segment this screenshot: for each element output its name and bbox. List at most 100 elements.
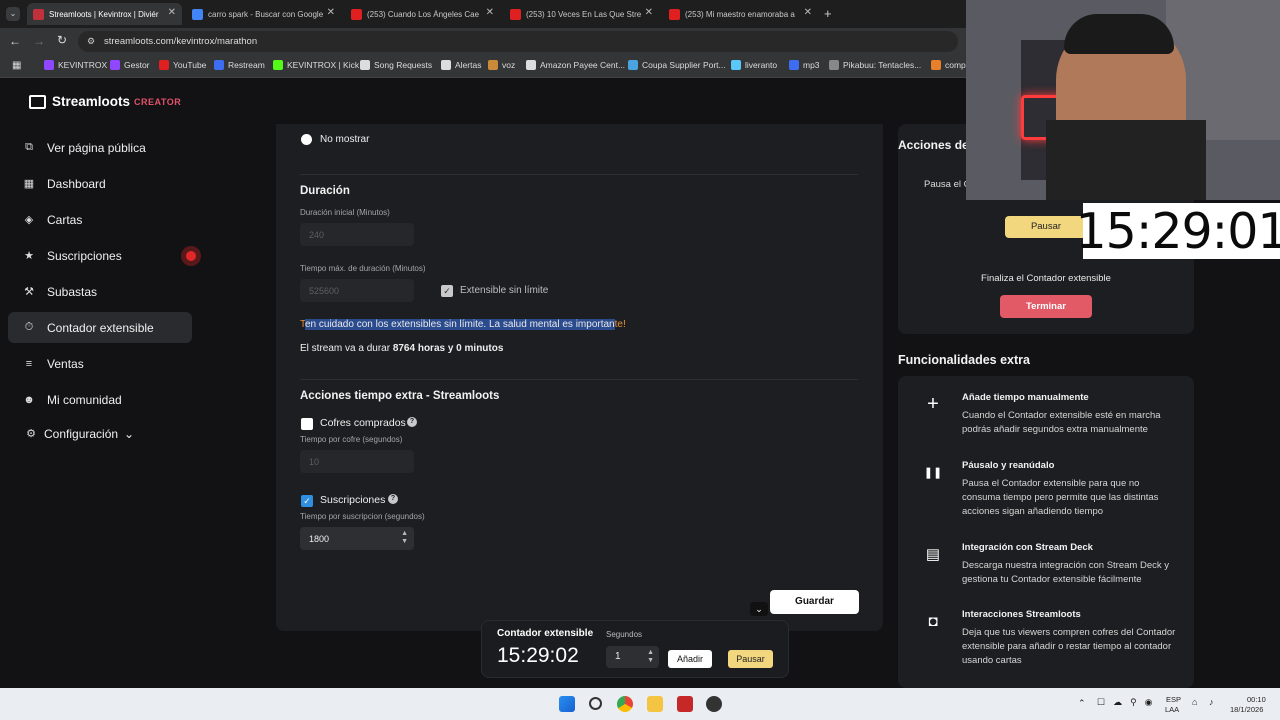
sidebar-item-label: Ver página pública [47,140,146,155]
sidebar-item-suscripciones[interactable]: ★ Suscripciones [8,240,192,271]
obs-icon[interactable] [706,696,722,712]
feature-description: Descarga nuestra integración con Stream … [962,560,1169,585]
bookmark-item[interactable]: Coupa Supplier Port... [628,60,726,70]
network-icon[interactable]: ⌂ [1192,697,1197,707]
bookmark-item[interactable]: Restream [214,60,265,70]
sidebar-item-configuraci-n[interactable]: ⚙ Configuración ⌄ [8,418,192,449]
tray-chevron-icon[interactable]: ⌃ [1078,698,1086,709]
timer-bar-time: 15:29:02 [497,644,579,667]
pause-icon: ❚❚ [923,466,943,479]
apps-icon[interactable]: ▦ [12,60,21,71]
sales-icon: ≡ [25,357,33,370]
volume-icon[interactable]: ♪ [1209,697,1214,707]
site-info-icon[interactable]: ⚙ [87,36,95,47]
chevron-down-icon[interactable]: ⌄ [750,602,768,616]
bookmark-item[interactable]: Pikabuu: Tentacles... [829,60,921,70]
suscripciones-checkbox[interactable]: ✓ [301,495,313,507]
file-explorer-icon[interactable] [647,696,663,712]
timer-control-bar: Contador extensible 15:29:02 Segundos 1 … [481,620,789,678]
forward-icon[interactable]: → [33,34,45,48]
sidebar-item-label: Suscripciones [47,248,122,263]
clock-date[interactable]: 18/1/2026 [1230,705,1263,714]
help-icon[interactable]: ? [407,417,417,427]
bookmark-item[interactable]: liveranto [731,60,777,70]
video-app-icon[interactable] [677,696,693,712]
bookmark-item[interactable]: Amazon Payee Cent... [526,60,625,70]
tab-label: (253) 10 Veces En Las Que Stre [526,9,642,19]
help-icon[interactable]: ? [388,494,398,504]
duracion-inicial-input[interactable]: 240 [300,223,414,246]
no-mostrar-radio[interactable] [301,134,312,145]
feature-description: Deja que tus viewers compren cofres del … [962,627,1176,666]
browser-tab[interactable]: (253) Mi maestro enamoraba a ✕ [663,3,818,25]
browser-tab[interactable]: Streamloots | Kevintrox | Diviér ✕ [27,3,182,25]
browser-tab[interactable]: (253) Cuando Los Ángeles Cae ✕ [345,3,500,25]
no-mostrar-label: No mostrar [320,134,370,145]
close-tab-icon[interactable]: ✕ [486,7,494,18]
brand-name: Streamloots [52,94,131,109]
search-icon[interactable] [589,697,602,710]
sidebar-item-cartas[interactable]: ◈ Cartas [8,204,192,235]
close-tab-icon[interactable]: ✕ [168,7,176,18]
bookmark-favicon-icon [526,60,536,70]
save-button[interactable]: Guardar [770,590,859,614]
sidebar-item-ver-p-gina-p-blica[interactable]: ⧉ Ver página pública [8,132,192,163]
bookmark-item[interactable]: voz [488,60,515,70]
sidebar-item-mi-comunidad[interactable]: ☻ Mi comunidad [8,384,192,415]
bookmark-item[interactable]: mp3 [789,60,820,70]
webcam-person-hair [1064,14,1174,54]
tiempo-max-input[interactable]: 525600 [300,279,414,302]
stream-timer-overlay: 15:29:01 [1075,202,1280,260]
suscripciones-input[interactable]: 1800 ▲ ▼ [300,527,414,550]
webcam-person-shirt [1046,120,1206,200]
browser-tab[interactable]: (253) 10 Veces En Las Que Stre ✕ [504,3,659,25]
url-field[interactable]: ⚙ streamloots.com/kevintrox/marathon [78,31,958,52]
bookmark-item[interactable]: Gestor [110,60,150,70]
seconds-input[interactable]: 1 ▲ ▼ [606,646,659,668]
cofres-input[interactable]: 10 [300,450,414,473]
tray-icons[interactable]: ☐☁⚲◉ [1097,697,1161,708]
bookmark-item[interactable]: KEVINTROX | Kick [273,60,359,70]
brand-logo[interactable]: Streamloots CREATOR [29,94,181,109]
bookmark-label: Song Requests [374,60,433,70]
tab-search-icon[interactable]: ⌄ [6,7,20,21]
tab-label: (253) Mi maestro enamoraba a [685,9,795,19]
sidebar-item-dashboard[interactable]: ▦ Dashboard [8,168,192,199]
windows-start-icon[interactable] [559,696,575,712]
timer-icon: ⏱ [24,321,34,333]
stepper-icon[interactable]: ▲ ▼ [647,649,654,665]
new-tab-button[interactable]: + [824,6,832,21]
feature-description: Cuando el Contador extensible esté en ma… [962,410,1161,435]
cofres-checkbox[interactable] [301,418,313,430]
browser-tab[interactable]: carro spark - Buscar con Google ✕ [186,3,341,25]
close-tab-icon[interactable]: ✕ [645,7,653,18]
close-tab-icon[interactable]: ✕ [804,7,812,18]
live-indicator [181,246,201,266]
bookmark-item[interactable]: Alertas [441,60,481,70]
close-tab-icon[interactable]: ✕ [327,7,335,18]
star-icon: ★ [24,250,34,262]
reload-icon[interactable]: ↻ [57,33,67,47]
bookmark-item[interactable]: KEVINTROX [44,60,107,70]
language-top[interactable]: ESP [1166,695,1181,704]
add-time-button[interactable]: Añadir [668,650,712,668]
suscripciones-sub-label: Tiempo por suscripcion (segundos) [300,512,425,521]
finish-button[interactable]: Terminar [1000,295,1092,318]
bookmark-item[interactable]: Song Requests [360,60,432,70]
pause-timer-button[interactable]: Pausar [728,650,773,668]
bookmark-item[interactable]: YouTube [159,60,206,70]
language-bottom[interactable]: LAA [1165,705,1179,714]
sidebar-item-label: Cartas [47,212,83,227]
back-icon[interactable]: ← [9,34,21,48]
chrome-icon[interactable] [617,696,633,712]
extensible-checkbox[interactable]: ✓ [441,285,453,297]
bookmark-item[interactable]: comp [931,60,966,70]
sidebar-item-contador-extensible[interactable]: ⏱ Contador extensible [8,312,192,343]
sidebar-item-subastas[interactable]: ⚒ Subastas [8,276,192,307]
feature-title: Páusalo y reanúdalo [962,460,1055,471]
sidebar-item-label: Dashboard [47,176,106,191]
bookmark-label: comp [945,60,966,70]
clock-time[interactable]: 00:10 [1247,695,1266,704]
stepper-icon[interactable]: ▲ ▼ [401,530,408,546]
sidebar-item-ventas[interactable]: ≡ Ventas [8,348,192,379]
